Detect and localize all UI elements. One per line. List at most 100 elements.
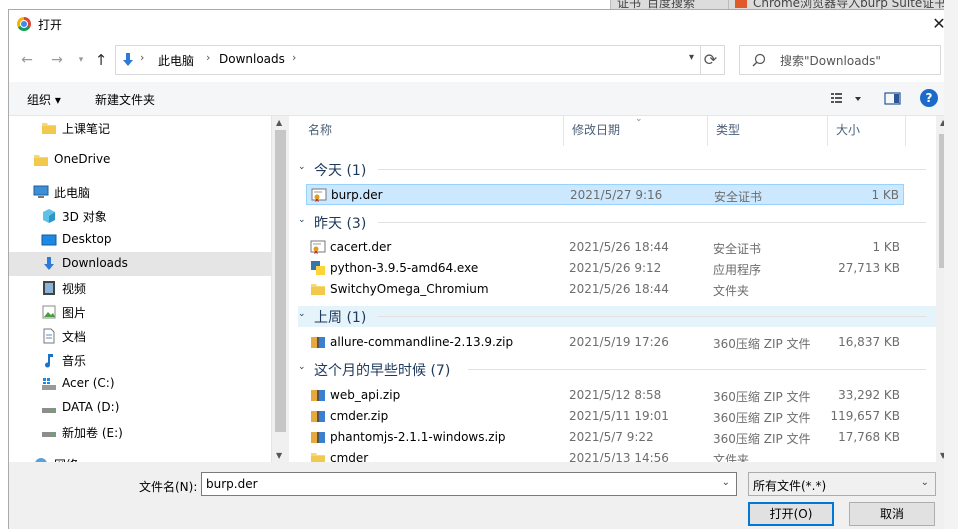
search-box[interactable]: 搜索"Downloads" bbox=[739, 45, 941, 75]
group-header-yesterday[interactable]: ⌄ 昨天 (3) bbox=[298, 212, 938, 233]
sidebar-item-label: 视频 bbox=[62, 282, 87, 296]
open-button[interactable]: 打开(O) bbox=[748, 502, 834, 526]
sidebar-item-videos[interactable]: 视频 bbox=[9, 276, 271, 300]
scroll-down-arrow-icon[interactable]: ▼ bbox=[276, 451, 282, 460]
file-row-switchyomega[interactable]: SwitchyOmega_Chromium 2021/5/26 18:44 文件… bbox=[306, 279, 904, 300]
breadcrumb-separator: › bbox=[140, 51, 145, 64]
preview-pane-icon[interactable] bbox=[884, 91, 902, 107]
recent-locations-chevron-icon[interactable]: ▾ bbox=[71, 50, 91, 70]
column-header-type[interactable]: 类型 bbox=[708, 116, 828, 146]
address-dropdown-chevron-icon[interactable]: ▾ bbox=[689, 52, 694, 63]
file-row-phantomjs-zip[interactable]: phantomjs-2.1.1-windows.zip 2021/5/7 9:2… bbox=[306, 427, 904, 448]
sidebar-item-3d-objects[interactable]: 3D 对象 bbox=[9, 204, 271, 228]
file-date: 2021/5/11 19:01 bbox=[569, 409, 669, 423]
file-size: 33,292 KB bbox=[838, 388, 900, 402]
sidebar-item-documents[interactable]: 文档 bbox=[9, 324, 271, 348]
file-list-pane: 名称 修改日期 ⌄ 类型 大小 ⌄ 今天 (1) burp.der 2021/5… bbox=[290, 116, 952, 462]
column-header-size[interactable]: 大小 bbox=[828, 116, 906, 146]
file-row-python-installer[interactable]: python-3.9.5-amd64.exe 2021/5/26 9:12 应用… bbox=[306, 258, 904, 279]
organize-menu[interactable]: 组织 ▾ bbox=[27, 91, 61, 108]
music-icon bbox=[45, 354, 53, 368]
group-header-earlier-this-month[interactable]: ⌄ 这个月的早些时候 (7) bbox=[298, 359, 938, 380]
group-divider bbox=[468, 369, 926, 370]
filename-field[interactable]: ⌄ bbox=[201, 472, 737, 496]
file-size: 16,837 KB bbox=[838, 335, 900, 349]
file-type: 360压缩 ZIP 文件 bbox=[713, 432, 811, 446]
group-header-last-week[interactable]: ⌄ 上周 (1) bbox=[298, 306, 938, 327]
file-size: 1 KB bbox=[871, 188, 899, 202]
sidebar-item-music[interactable]: 音乐 bbox=[9, 348, 271, 372]
refresh-button[interactable]: ⟳ bbox=[697, 45, 725, 75]
3d-objects-icon bbox=[43, 209, 55, 223]
filename-history-chevron-icon[interactable]: ⌄ bbox=[722, 477, 730, 488]
file-type: 安全证书 bbox=[713, 242, 762, 256]
system-drive-icon bbox=[42, 378, 56, 390]
collapse-chevron-icon: ⌄ bbox=[298, 215, 306, 225]
sidebar-item-desktop[interactable]: Desktop bbox=[9, 228, 271, 252]
sidebar-item-drive-e[interactable]: 新加卷 (E:) bbox=[9, 420, 271, 444]
help-icon[interactable]: ? bbox=[920, 89, 938, 107]
breadcrumb-separator: › bbox=[206, 51, 211, 64]
forward-arrow-icon[interactable]: → bbox=[47, 50, 67, 70]
file-type: 360压缩 ZIP 文件 bbox=[713, 390, 811, 404]
sort-chevron-icon: ⌄ bbox=[635, 116, 643, 124]
sidebar-item-onedrive[interactable]: OneDrive bbox=[9, 148, 271, 172]
file-row-allure-zip[interactable]: allure-commandline-2.13.9.zip 2021/5/19 … bbox=[306, 332, 904, 353]
column-header-name[interactable]: 名称 bbox=[300, 116, 564, 146]
file-type-select[interactable]: 所有文件(*.*) ⌄ bbox=[748, 472, 936, 496]
column-header-label: 修改日期 bbox=[572, 123, 621, 137]
file-size: 1 KB bbox=[872, 240, 900, 254]
filename-input[interactable] bbox=[206, 474, 706, 494]
file-type: 文件夹 bbox=[713, 453, 750, 462]
sidebar-item-drive-c[interactable]: Acer (C:) bbox=[9, 372, 271, 396]
collapse-chevron-icon: ⌄ bbox=[298, 362, 306, 372]
back-arrow-icon[interactable]: ← bbox=[17, 50, 37, 70]
sidebar-item-downloads[interactable]: Downloads bbox=[9, 252, 271, 276]
video-icon bbox=[43, 281, 55, 295]
download-arrow-icon bbox=[44, 257, 54, 270]
computer-icon bbox=[33, 185, 49, 198]
view-options-icon[interactable] bbox=[829, 91, 863, 107]
sidebar-item-label: 音乐 bbox=[62, 354, 87, 368]
sidebar-item-class-notes[interactable]: 上课笔记 bbox=[9, 116, 271, 140]
column-header-label: 名称 bbox=[308, 123, 333, 137]
sidebar-item-pictures[interactable]: 图片 bbox=[9, 300, 271, 324]
command-toolbar: 组织 ▾ 新建文件夹 ? bbox=[9, 82, 951, 116]
scroll-up-arrow-icon[interactable]: ▲ bbox=[276, 118, 282, 127]
scrollbar-thumb[interactable] bbox=[275, 130, 286, 432]
file-type: 360压缩 ZIP 文件 bbox=[713, 411, 811, 425]
breadcrumb-downloads[interactable]: Downloads bbox=[219, 52, 285, 66]
sidebar-item-network[interactable]: 网络 bbox=[9, 452, 271, 462]
file-row-cmder-folder[interactable]: cmder 2021/5/13 14:56 文件夹 bbox=[306, 448, 904, 462]
breadcrumb-this-pc[interactable]: 此电脑 bbox=[158, 52, 194, 69]
group-header-today[interactable]: ⌄ 今天 (1) bbox=[298, 159, 938, 180]
file-name: cacert.der bbox=[330, 240, 392, 254]
drive-icon bbox=[42, 408, 56, 413]
cancel-button[interactable]: 取消 bbox=[849, 502, 935, 526]
file-row-burp-der[interactable]: burp.der 2021/5/27 9:16 安全证书 1 KB bbox=[306, 184, 904, 205]
zip-archive-icon bbox=[311, 432, 325, 443]
address-bar[interactable]: › 此电脑 › Downloads › ▾ bbox=[115, 45, 701, 75]
up-arrow-icon[interactable]: ↑ bbox=[91, 50, 111, 70]
sidebar-scrollbar[interactable]: ▲ ▼ bbox=[271, 116, 289, 462]
file-name: cmder.zip bbox=[330, 409, 389, 423]
file-type: 应用程序 bbox=[713, 263, 762, 277]
file-row-cacert-der[interactable]: cacert.der 2021/5/26 18:44 安全证书 1 KB bbox=[306, 237, 904, 258]
zip-archive-icon bbox=[311, 337, 325, 348]
file-size: 27,713 KB bbox=[838, 261, 900, 275]
file-row-web-api-zip[interactable]: web_api.zip 2021/5/12 8:58 360压缩 ZIP 文件 … bbox=[306, 385, 904, 406]
new-folder-button[interactable]: 新建文件夹 bbox=[95, 91, 155, 108]
column-header-label: 大小 bbox=[836, 123, 861, 137]
file-type: 360压缩 ZIP 文件 bbox=[713, 337, 811, 351]
sidebar-item-drive-d[interactable]: DATA (D:) bbox=[9, 396, 271, 420]
file-type: 文件夹 bbox=[713, 284, 750, 298]
background-browser-edge bbox=[944, 0, 958, 529]
certificate-icon bbox=[311, 188, 327, 202]
file-date: 2021/5/7 9:22 bbox=[569, 430, 654, 444]
group-divider bbox=[378, 169, 926, 170]
sidebar-item-label: 图片 bbox=[62, 306, 87, 320]
sidebar-item-this-pc[interactable]: 此电脑 bbox=[9, 180, 271, 204]
file-row-cmder-zip[interactable]: cmder.zip 2021/5/11 19:01 360压缩 ZIP 文件 1… bbox=[306, 406, 904, 427]
sidebar-item-label: 3D 对象 bbox=[62, 210, 107, 224]
sidebar-item-label: 上课笔记 bbox=[62, 122, 111, 136]
